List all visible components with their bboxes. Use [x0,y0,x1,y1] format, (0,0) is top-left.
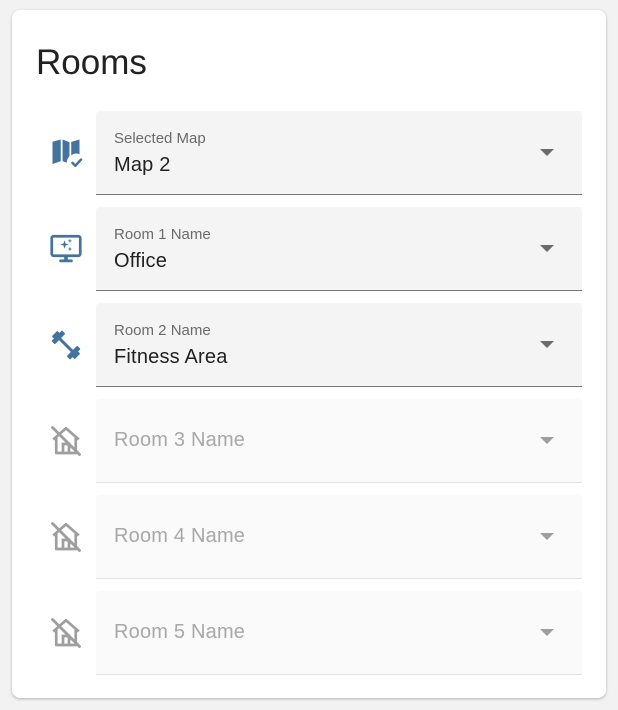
dropdown-arrow-icon [540,629,554,636]
room-3-label: Room 3 Name [114,429,246,451]
map-check-icon [48,135,84,171]
home-off-icon [48,615,84,651]
field-row-selected-map: Selected Map Map 2 [12,111,606,195]
dropdown-arrow-icon[interactable] [540,149,554,156]
field-row-room-3: Room 3 Name [12,399,606,483]
home-off-icon [48,423,84,459]
dropdown-arrow-icon[interactable] [540,341,554,348]
room-5-select: Room 5 Name [96,591,582,675]
room-3-select: Room 3 Name [96,399,582,483]
selected-map-value: Map 2 [114,154,171,176]
selected-map-label: Selected Map [114,130,206,147]
dropdown-arrow-icon [540,533,554,540]
room-2-label: Room 2 Name [114,322,211,339]
room-4-select: Room 4 Name [96,495,582,579]
room-5-label: Room 5 Name [114,621,246,643]
field-row-room-5: Room 5 Name [12,591,606,675]
room-1-label: Room 1 Name [114,226,211,243]
room-1-select[interactable]: Room 1 Name Office [96,207,582,291]
field-row-room-1: Room 1 Name Office [12,207,606,291]
monitor-sparkle-icon [48,231,84,267]
selected-map-select[interactable]: Selected Map Map 2 [96,111,582,195]
dropdown-arrow-icon[interactable] [540,245,554,252]
room-4-label: Room 4 Name [114,525,246,547]
field-row-room-4: Room 4 Name [12,495,606,579]
dropdown-arrow-icon [540,437,554,444]
card-title: Rooms [36,43,147,82]
rooms-card: Rooms Selected Map Map 2 Room 1 Name Off… [12,10,606,698]
room-1-value: Office [114,250,168,272]
dumbbell-icon [48,327,84,363]
field-row-room-2: Room 2 Name Fitness Area [12,303,606,387]
room-2-value: Fitness Area [114,346,228,368]
home-off-icon [48,519,84,555]
room-2-select[interactable]: Room 2 Name Fitness Area [96,303,582,387]
